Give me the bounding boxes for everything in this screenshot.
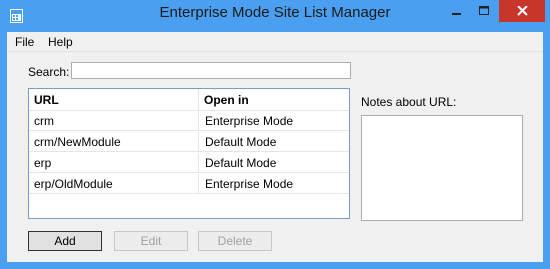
column-divider: [198, 153, 199, 173]
title-bar[interactable]: Enterprise Mode Site List Manager: [0, 0, 550, 32]
menu-help[interactable]: Help: [48, 35, 73, 49]
menu-file[interactable]: File: [15, 35, 34, 49]
maximize-icon: [479, 6, 489, 15]
search-label: Search:: [28, 65, 70, 79]
column-divider: [198, 111, 199, 131]
cell-open-in: Default Mode: [205, 135, 277, 149]
minimize-icon: [452, 13, 461, 15]
client-area: File Help Search: URL Open in crm Enterp…: [7, 32, 543, 262]
column-divider: [198, 174, 199, 194]
column-divider: [198, 132, 199, 152]
minimize-button[interactable]: [444, 0, 470, 22]
cell-url: crm: [34, 114, 54, 128]
column-divider[interactable]: [198, 89, 199, 111]
column-header-open-in[interactable]: Open in: [204, 93, 249, 107]
list-header: URL Open in: [29, 89, 349, 111]
search-input[interactable]: [71, 62, 351, 79]
table-row[interactable]: crm Enterprise Mode: [29, 111, 349, 131]
delete-button[interactable]: Delete: [198, 231, 272, 251]
column-header-url[interactable]: URL: [34, 93, 59, 107]
cell-open-in: Enterprise Mode: [205, 114, 294, 128]
cell-open-in: Enterprise Mode: [205, 177, 294, 191]
close-button[interactable]: [499, 0, 545, 22]
maximize-button[interactable]: [471, 0, 497, 22]
site-list[interactable]: URL Open in crm Enterprise Mode crm/NewM…: [28, 88, 350, 219]
table-row[interactable]: erp/OldModule Enterprise Mode: [29, 174, 349, 194]
menu-bar: File Help: [7, 32, 543, 52]
close-icon: [516, 6, 528, 16]
add-button[interactable]: Add: [28, 231, 102, 251]
notes-label: Notes about URL:: [361, 95, 457, 109]
notes-textarea[interactable]: [361, 115, 523, 221]
cell-url: erp/OldModule: [34, 177, 113, 191]
cell-open-in: Default Mode: [205, 156, 277, 170]
cell-url: crm/NewModule: [34, 135, 121, 149]
app-window: Enterprise Mode Site List Manager File H…: [0, 0, 550, 269]
edit-button[interactable]: Edit: [114, 231, 188, 251]
table-row[interactable]: crm/NewModule Default Mode: [29, 132, 349, 152]
cell-url: erp: [34, 156, 52, 170]
table-row[interactable]: erp Default Mode: [29, 153, 349, 173]
